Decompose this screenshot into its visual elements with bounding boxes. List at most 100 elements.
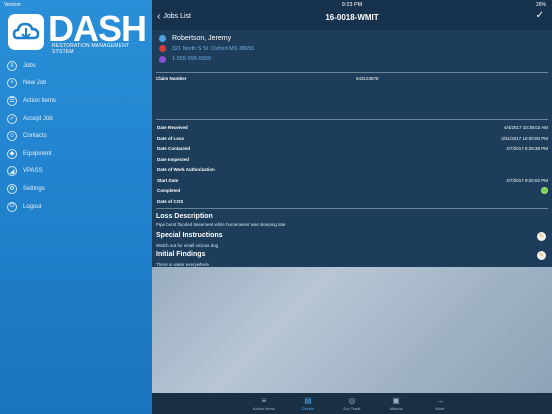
sidebar-item-action-items[interactable]: ☰ Action Items	[0, 92, 152, 110]
tab-label: Details	[301, 406, 315, 411]
battery-status: 26%	[535, 2, 546, 8]
date-label: Date of Loss	[157, 135, 185, 141]
sidebar-item-accept-job[interactable]: ✓ Accept Job	[0, 110, 152, 128]
edit-pencil-icon[interactable]: ✎	[537, 250, 546, 260]
person-icon	[159, 34, 166, 42]
job-details: Robertson, Jeremy 321 North S St. Oxford…	[152, 30, 552, 267]
navigation-bar: 9:23 PM 26% ‹ Jobs List 16-0018-WMIT ✓	[152, 0, 552, 30]
sidebar-item-vpass[interactable]: ◢ VPASS	[0, 163, 152, 181]
arrow-right-icon: →	[436, 396, 444, 405]
date-value: 4/4/2017 10:39:02 AM	[503, 125, 548, 131]
sidebar-item-contacts[interactable]: ☺ Contacts	[0, 127, 152, 145]
customer-address[interactable]: 321 North S St. Oxford MS 38655	[172, 46, 254, 52]
sidebar-item-equipment[interactable]: ◆ Equipment	[0, 145, 152, 163]
sidebar-item-new-job[interactable]: + New Job	[0, 75, 152, 93]
date-row: Date Inspected	[156, 154, 548, 165]
date-value: 3/31/2017 10:00:00 PM	[501, 135, 548, 141]
divider	[156, 118, 548, 120]
date-value: 4/7/2017 9:20:02 PM	[506, 177, 548, 183]
sidebar-item-label: Contacts	[23, 133, 47, 140]
completed-status-icon[interactable]	[541, 187, 548, 195]
initial-findings-text: There is water everywhere	[156, 261, 210, 267]
claim-number-row: Claim Number 543123678	[156, 76, 548, 116]
logo-icon	[8, 14, 44, 50]
tab-dry-track[interactable]: ◎ Dry Track	[330, 393, 374, 414]
sidebar-nav: ≡ Jobs + New Job ☰ Action Items ✓ Accept Job…	[0, 57, 152, 215]
carrier-status: Verizon	[4, 2, 21, 8]
date-row: Completed	[156, 186, 548, 197]
sidebar-item-label: New Job	[23, 80, 47, 87]
date-label: Date Received	[157, 125, 188, 131]
customer-name-row: Robertson, Jeremy	[156, 33, 548, 44]
special-instructions-text: Watch out for small vicious dog	[156, 242, 219, 248]
sidebar-item-label: Jobs	[23, 62, 36, 69]
date-label: Completed	[157, 188, 181, 194]
sidebar-item-logout[interactable]: ⏻ Logout	[0, 198, 152, 216]
status-time: 9:23 PM	[341, 2, 363, 8]
date-row: Date Received 4/4/2017 10:39:02 AM	[156, 123, 548, 134]
sidebar-item-label: Accept Job	[23, 115, 53, 122]
page-title: 16-0018-WMIT	[325, 13, 379, 22]
sidebar-item-label: Settings	[23, 185, 45, 192]
customer-phone-row[interactable]: 1-555-555-5555	[156, 54, 548, 65]
tab-bar: ≡ Action Items ▤ Details ◎ Dry Track ▣ Album…	[152, 393, 552, 414]
initial-findings-header: Initial Findings ✎	[156, 250, 548, 260]
action-items-icon: ☰	[7, 95, 17, 106]
tab-label: Action Items	[252, 406, 275, 411]
logout-icon: ⏻	[7, 201, 17, 212]
checkmark-icon[interactable]: ✓	[536, 10, 544, 21]
sidebar-item-label: Equipment	[23, 150, 52, 157]
contacts-icon: ☺	[7, 131, 17, 142]
tab-label: Dry Track	[343, 406, 361, 411]
dash-logo: DASH RESTORATION MANAGEMENT SYSTEM	[8, 8, 148, 55]
tab-more[interactable]: → More	[418, 393, 462, 414]
date-row: Date of Work Authorization	[156, 165, 548, 176]
albums-icon: ▣	[392, 396, 400, 405]
tab-label: Albums	[389, 406, 403, 411]
edit-pencil-icon[interactable]: ✎	[537, 231, 546, 241]
sidebar-item-settings[interactable]: ⚙ Settings	[0, 180, 152, 198]
customer-phone[interactable]: 1-555-555-5555	[172, 56, 211, 62]
date-label: Date of COS	[157, 198, 184, 204]
phone-icon	[159, 55, 166, 63]
loss-description-header: Loss Description	[156, 212, 548, 222]
date-label: Start Date	[157, 177, 179, 183]
section-title: Loss Description	[156, 213, 213, 220]
customer-address-row[interactable]: 321 North S St. Oxford MS 38655	[156, 44, 548, 55]
date-label: Date of Work Authorization	[157, 167, 215, 173]
date-row: Date of COS	[156, 196, 548, 207]
logo-subtitle: RESTORATION MANAGEMENT SYSTEM	[52, 43, 130, 55]
equipment-icon: ◆	[7, 148, 17, 159]
sidebar: Verizon DASH RESTORATION MANAGEMENT SYST…	[0, 0, 152, 414]
details-icon: ▤	[304, 396, 312, 405]
date-label: Date Contacted	[157, 146, 191, 152]
sidebar-item-jobs[interactable]: ≡ Jobs	[0, 57, 152, 75]
sidebar-item-label: Logout	[23, 203, 42, 210]
tab-label: More	[435, 406, 445, 411]
divider	[156, 71, 548, 73]
divider	[156, 207, 548, 209]
accept-job-icon: ✓	[7, 113, 17, 124]
new-job-icon: +	[7, 78, 17, 89]
location-pin-icon	[159, 45, 166, 53]
settings-icon: ⚙	[7, 183, 17, 194]
date-value: 4/7/2017 8:29:38 PM	[506, 146, 548, 152]
jobs-icon: ≡	[7, 60, 17, 71]
date-row: Date of Loss 3/31/2017 10:00:00 PM	[156, 133, 548, 144]
tab-action-items[interactable]: ≡ Action Items	[242, 393, 286, 414]
job-detail-panel: 9:23 PM 26% ‹ Jobs List 16-0018-WMIT ✓ R…	[152, 0, 552, 414]
sidebar-item-label: VPASS	[23, 168, 43, 175]
tab-albums[interactable]: ▣ Albums	[374, 393, 418, 414]
dry-track-icon: ◎	[348, 396, 356, 405]
date-row: Date Contacted 4/7/2017 8:29:38 PM	[156, 144, 548, 155]
claim-value: 543123678	[356, 75, 379, 81]
loss-description-text: Pipe burst flooded basement while homeow…	[156, 221, 286, 227]
action-items-icon: ≡	[261, 396, 267, 405]
date-label: Date Inspected	[157, 156, 190, 162]
special-instructions-header: Special Instructions ✎	[156, 231, 548, 241]
sidebar-item-label: Action Items	[23, 97, 57, 104]
vpass-icon: ◢	[7, 166, 17, 177]
tab-details[interactable]: ▤ Details	[286, 393, 330, 414]
section-title: Special Instructions	[156, 232, 223, 239]
section-title: Initial Findings	[156, 251, 206, 258]
